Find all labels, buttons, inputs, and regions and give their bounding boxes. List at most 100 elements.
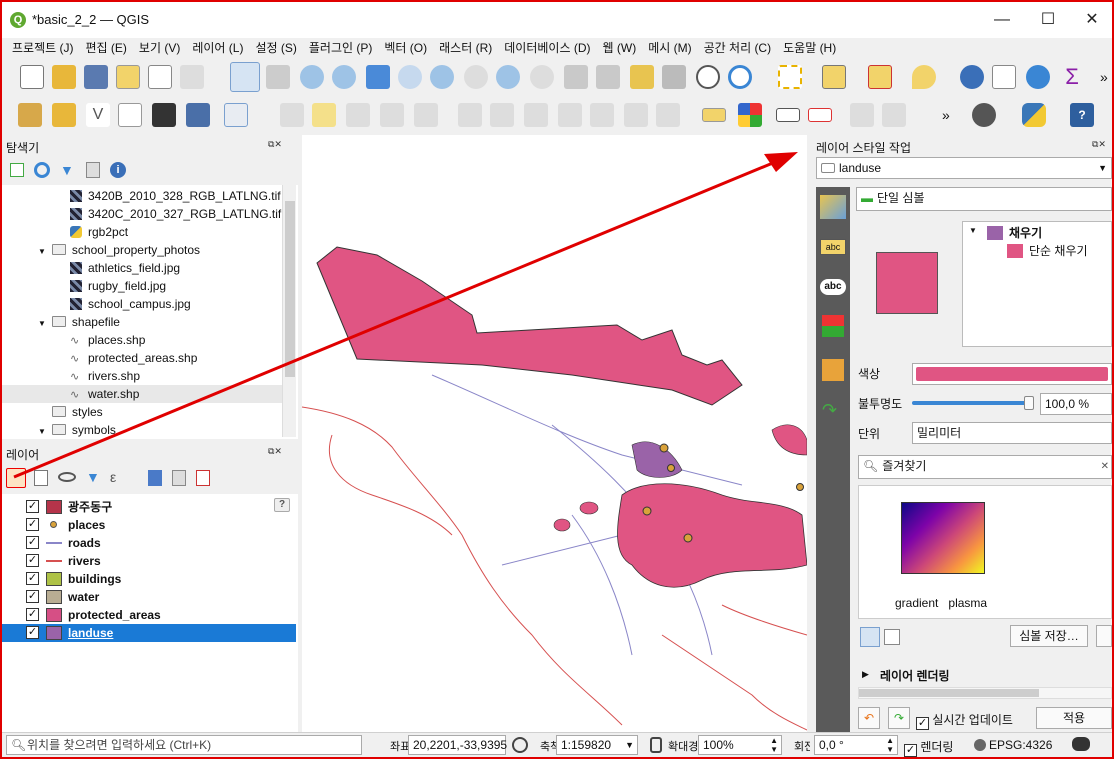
menu-layer[interactable]: 레이어 (L) [186,38,249,58]
layer-visibility-checkbox[interactable]: ✓ [26,518,39,531]
symbol-search-input[interactable]: 🔍︎ 즐겨찾기 ✕ [858,455,1112,479]
live-update-checkbox[interactable]: ✓ [916,717,929,730]
deselect-icon[interactable] [868,65,892,89]
filter-browser-icon[interactable]: ▼ [60,162,74,178]
menu-project[interactable]: 프로젝트 (J) [6,38,80,58]
tree-folder[interactable]: styles [52,403,103,421]
toggle-editing-icon[interactable] [312,103,336,127]
tree-item[interactable]: 3420C_2010_327_RGB_LATLNG.tif [70,205,281,223]
new-shapefile-icon[interactable]: V [86,103,110,127]
close-button[interactable]: ✕ [1077,8,1107,32]
chevron-down-icon[interactable]: ▼ [625,736,634,754]
menu-view[interactable]: 보기 (V) [133,38,186,58]
chevron-down-icon[interactable]: ▼ [1098,158,1107,178]
highlight-pinned-labels-icon[interactable] [776,108,800,122]
labels-tab-icon[interactable]: abc [820,239,846,255]
rotation-spinbox[interactable]: 0,0 ° ▲ ▼ [814,735,898,755]
tree-item[interactable]: school_campus.jpg [70,295,191,313]
renderer-dropdown[interactable]: ▬ 단일 심볼 [856,187,1112,211]
layer-visibility-checkbox[interactable]: ✓ [26,500,39,513]
filter-legend-icon[interactable]: ▼ [86,469,100,485]
collapse-all-icon[interactable] [86,162,100,178]
save-project-icon[interactable] [84,65,108,89]
zoom-layer-icon[interactable] [430,65,454,89]
new-project-icon[interactable] [20,65,44,89]
zoom-next-icon[interactable] [530,65,554,89]
advanced-button[interactable] [1096,625,1112,647]
manage-visibility-icon[interactable] [58,472,76,482]
layer-rendering-section[interactable]: 레이어 렌더링 [880,667,950,684]
layout-manager-icon[interactable] [148,65,172,89]
expand-arrow-icon[interactable]: ▼ [38,319,46,328]
render-toggle[interactable]: ✓ 렌더링 [904,738,953,757]
move-label-icon[interactable] [882,103,906,127]
tree-item[interactable]: rugby_field.jpg [70,277,166,295]
masks-tab-icon[interactable]: abc [820,279,846,295]
color-button[interactable] [912,363,1112,385]
expand-arrow-icon[interactable]: ▼ [969,226,977,235]
layer-visibility-checkbox[interactable]: ✓ [26,536,39,549]
attribute-select-icon[interactable] [822,65,846,89]
pan-map-icon[interactable] [230,62,260,92]
opacity-spinbox[interactable]: 100,0 % [1040,393,1112,415]
undo-icon[interactable] [624,103,648,127]
delete-selected-icon[interactable] [490,103,514,127]
tree-item[interactable]: ∿ rivers.shp [70,367,140,385]
label-tool-icon[interactable] [702,108,726,122]
layer-visibility-checkbox[interactable]: ✓ [26,590,39,603]
layer-row[interactable]: ✓ water [2,588,296,606]
layer-row[interactable]: ✓ roads [2,534,296,552]
layer-visibility-checkbox[interactable]: ✓ [26,608,39,621]
open-layer-styling-icon[interactable] [6,468,26,488]
symbol-child-item[interactable]: 단순 채우기 [1007,242,1088,259]
magnifier-spinbox[interactable]: 100% ▲ ▼ [698,735,782,755]
temporal-controller-icon[interactable] [696,65,720,89]
zoom-selection-icon[interactable] [398,65,422,89]
menu-web[interactable]: 웹 (W) [597,38,643,58]
save-edits-icon[interactable] [346,103,370,127]
styling-dock-buttons-icon[interactable]: ⧉✕ [1092,139,1112,151]
browser-scrollbar[interactable] [282,185,296,437]
layers-dock-buttons-icon[interactable]: ⧉✕ [268,446,292,458]
opacity-slider[interactable] [912,396,1034,410]
toggle-extents-icon[interactable] [512,737,528,753]
expand-arrow-icon[interactable]: ▶ [862,669,869,680]
menu-vector[interactable]: 벡터 (O) [378,38,433,58]
layer-visibility-checkbox[interactable]: ✓ [26,554,39,567]
coordinate-field[interactable]: 20,2201,-33,9395 [408,735,507,755]
new-bookmark-icon[interactable] [630,65,654,89]
layer-row[interactable]: ✓ rivers [2,552,296,570]
menu-plugins[interactable]: 플러그인 (P) [303,38,379,58]
spin-arrows-icon[interactable]: ▲ ▼ [770,736,778,754]
style-manager-icon[interactable] [180,65,204,89]
properties-info-icon[interactable]: i [110,162,126,178]
menu-edit[interactable]: 편집 (E) [80,38,133,58]
select-features-icon[interactable] [778,65,802,89]
layer-select-dropdown[interactable]: landuse ▼ [816,157,1112,179]
scrollbar-thumb[interactable] [859,689,1039,697]
paste-features-icon[interactable] [590,103,614,127]
globe-plugin-icon[interactable] [972,103,996,127]
copy-features-icon[interactable] [558,103,582,127]
new-map-view-icon[interactable] [564,65,588,89]
scale-dropdown[interactable]: 1:159820 ▼ [556,735,638,755]
tree-item[interactable]: athletics_field.jpg [70,259,180,277]
symbol-root-item[interactable]: 채우기 [987,224,1042,241]
undo-style-icon[interactable]: ↶ [858,707,880,729]
list-view-icon[interactable] [884,629,900,645]
add-group-icon[interactable] [34,470,48,486]
zoom-out-icon[interactable] [332,65,356,89]
diagram-options-icon[interactable] [738,103,762,127]
python-console-icon[interactable] [1022,103,1046,127]
tree-folder[interactable]: ▼ shapefile [38,313,120,331]
new-virtual-layer-icon[interactable] [186,103,210,127]
browser-dock-buttons-icon[interactable]: ⧉✕ [268,139,292,151]
opacity-slider-handle[interactable] [1024,396,1034,410]
clear-icon[interactable]: ✕ [1101,457,1109,477]
apply-button[interactable]: 적용 [1036,707,1112,729]
menu-settings[interactable]: 설정 (S) [249,38,302,58]
expand-arrow-icon[interactable]: ▼ [38,427,46,436]
new-print-layout-icon[interactable] [116,65,140,89]
3d-view-tab-icon[interactable] [822,315,844,337]
gradient-plasma-swatch[interactable] [901,502,985,574]
